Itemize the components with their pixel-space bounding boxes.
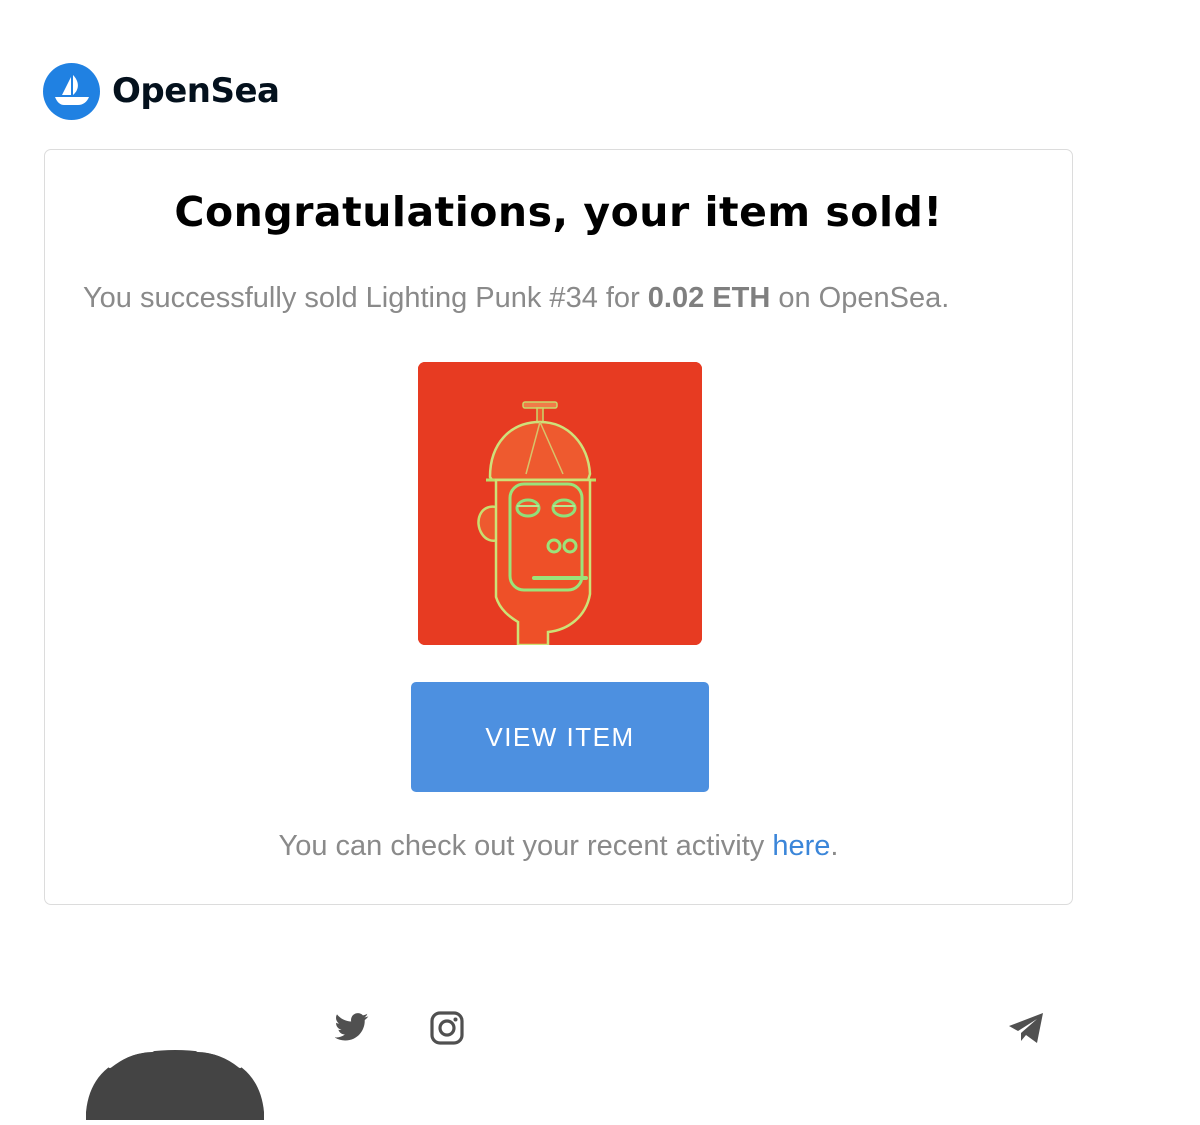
opensea-boat-icon xyxy=(43,62,100,120)
avatar xyxy=(80,1040,270,1120)
activity-here-link[interactable]: here xyxy=(772,830,830,862)
nft-punk-image[interactable] xyxy=(418,362,702,645)
activity-prefix: You can check out your recent activity xyxy=(278,830,773,862)
activity-suffix: . xyxy=(830,830,839,862)
view-item-button[interactable]: VIEW ITEM xyxy=(411,682,709,792)
brand-name: OpenSea xyxy=(112,71,280,111)
card-title: Congratulations, your item sold! xyxy=(174,188,943,236)
telegram-icon[interactable] xyxy=(1006,1010,1046,1046)
sale-message-suffix: on OpenSea. xyxy=(770,282,950,314)
twitter-icon[interactable] xyxy=(333,1011,371,1043)
activity-message: You can check out your recent activity h… xyxy=(45,830,1072,863)
sale-notification-card: Congratulations, your item sold! You suc… xyxy=(44,149,1073,905)
sale-price: 0.02 ETH xyxy=(647,282,771,314)
sale-message-prefix: You successfully sold Lighting Punk #34 … xyxy=(83,282,648,314)
opensea-logo[interactable]: OpenSea xyxy=(43,62,280,120)
instagram-icon[interactable] xyxy=(428,1009,465,1046)
sale-message: You successfully sold Lighting Punk #34 … xyxy=(83,282,949,315)
